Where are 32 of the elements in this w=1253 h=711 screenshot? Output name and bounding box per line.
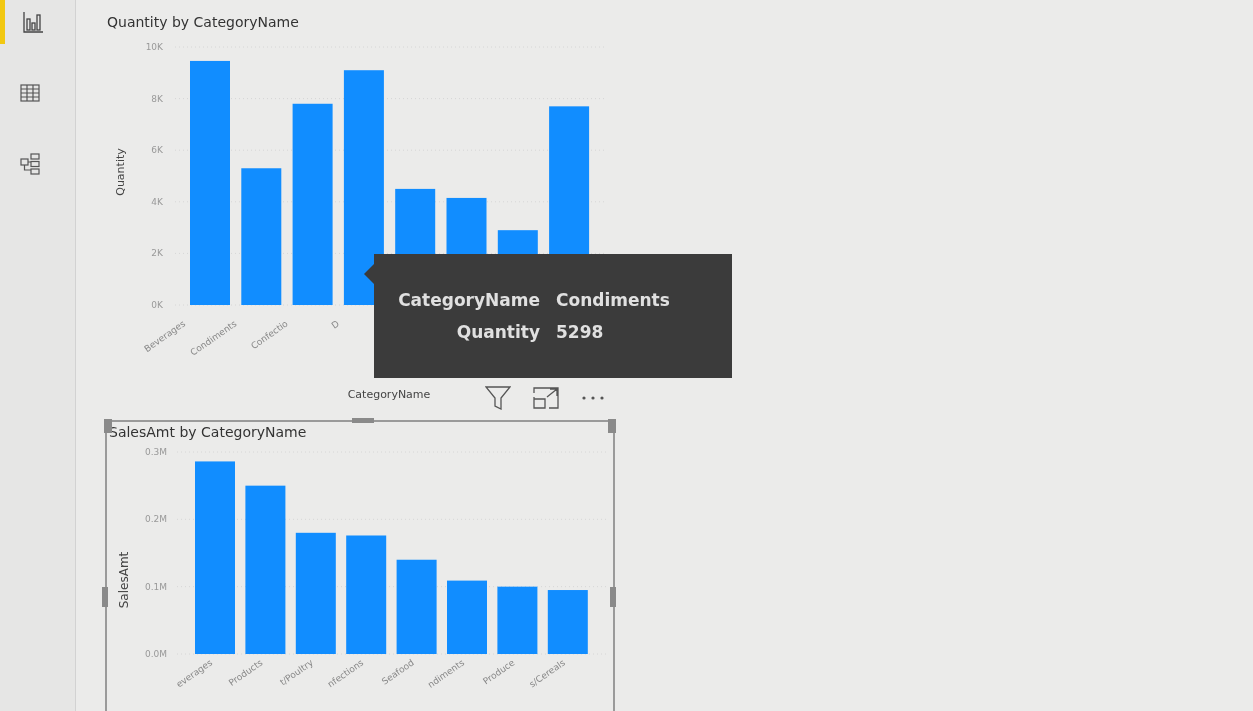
category-label: D — [329, 318, 342, 331]
axis-tick-label: 4K — [151, 196, 163, 207]
filter-icon[interactable] — [485, 386, 511, 410]
axis-tick-label: 0.3M — [144, 447, 167, 457]
more-options-icon[interactable] — [581, 395, 605, 401]
axis-tick-label: 0K — [151, 300, 163, 310]
chart-title: SalesAmt by CategoryName — [109, 423, 308, 442]
axis-tick-label: 0.1M — [144, 581, 167, 592]
axis-tick-label: 8K — [151, 93, 163, 104]
resize-handle[interactable] — [352, 418, 374, 423]
axis-tick-label: 6K — [151, 145, 163, 156]
axis-tick-label: 2K — [151, 248, 163, 259]
resize-handle[interactable] — [104, 419, 112, 433]
report-view-icon — [21, 11, 44, 33]
focus-mode-icon[interactable] — [533, 387, 559, 409]
tooltip-value: 5298 — [556, 321, 605, 344]
axis-title: Quantity — [114, 148, 127, 196]
bar[interactable] — [343, 70, 384, 305]
axis-title: SalesAmt — [117, 551, 131, 609]
tooltip-label: Quantity — [455, 321, 540, 344]
model-view-icon — [20, 153, 40, 175]
chart-title: Quantity by CategoryName — [107, 13, 300, 32]
tooltip-label: CategoryName — [397, 289, 540, 312]
axis-title: CategoryName — [347, 388, 431, 401]
resize-handle[interactable] — [610, 587, 616, 607]
resize-handle[interactable] — [102, 587, 108, 607]
table-icon — [20, 84, 40, 102]
axis-tick-label: 0.0M — [144, 649, 167, 659]
axis-tick-label: 10K — [145, 42, 163, 52]
tooltip-value: Condiments — [556, 289, 671, 312]
axis-tick-label: 0.2M — [144, 514, 167, 525]
resize-handle[interactable] — [608, 419, 616, 433]
